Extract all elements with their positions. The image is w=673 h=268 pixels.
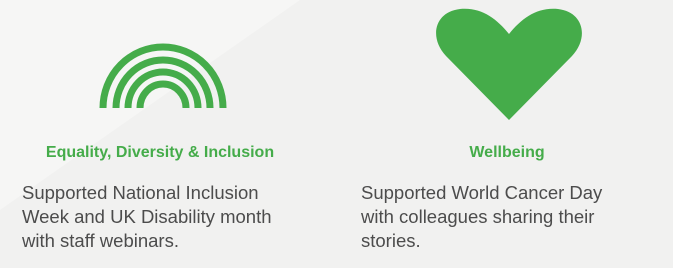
description-line: stories.: [361, 230, 421, 251]
card-description: Supported National Inclusion Week and UK…: [22, 181, 272, 253]
description-line: Supported National Inclusion: [22, 182, 259, 203]
rainbow-icon: [99, 43, 227, 109]
card-description: Supported World Cancer Day with colleagu…: [361, 181, 602, 253]
description-line: with staff webinars.: [22, 230, 179, 251]
card-title: Wellbeing: [469, 144, 545, 161]
heart-icon: [436, 8, 582, 120]
description-line: with colleagues sharing their: [361, 206, 595, 227]
card-title: Equality, Diversity & Inclusion: [45, 144, 275, 161]
card-wellbeing: Wellbeing Supported World Cancer Day wit…: [347, 0, 667, 268]
description-line: Week and UK Disability month: [22, 206, 272, 227]
card-equality-diversity-inclusion: Equality, Diversity & Inclusion Supporte…: [0, 0, 320, 268]
description-line: Supported World Cancer Day: [361, 182, 603, 203]
